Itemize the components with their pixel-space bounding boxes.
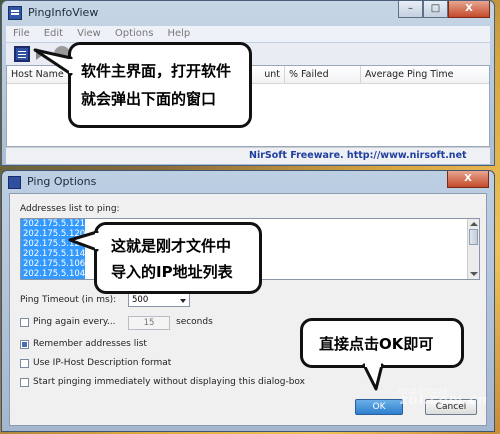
menu-view[interactable]: View [70,26,108,42]
timeout-select[interactable]: 500 [128,293,190,307]
callout-ip-list-tail [68,230,99,252]
callout-main-window-line1: 软件主界面，打开软件 [81,62,232,80]
nirsoft-link[interactable]: NirSoft Freeware. http://www.nirsoft.net [249,150,467,161]
watermark-url: zol.com.cn [400,393,488,408]
ping-again-interval-field[interactable]: 15 [128,316,170,330]
menu-help[interactable]: Help [160,26,197,42]
remember-addresses-label: Remember addresses list [33,339,147,349]
callout-ip-list-line2: 导入的IP地址列表 [111,263,233,281]
dialog-title: Ping Options [27,175,97,188]
menu-file[interactable]: File [6,26,37,42]
dialog-close-button[interactable]: X [447,171,489,188]
options-icon[interactable] [14,46,30,62]
seconds-label: seconds [176,317,213,327]
addresses-label: Addresses list to ping: [20,204,120,214]
menu-edit[interactable]: Edit [37,26,70,42]
column-count-label: unt [264,69,280,80]
callout-ok-tail [362,363,384,391]
callout-main-window-tail [33,48,73,76]
description-format-checkbox[interactable] [20,359,29,368]
dialog-icon [8,176,21,189]
callout-ok-text: 直接点击OK即可 [319,335,434,353]
ping-again-checkbox[interactable] [20,318,29,327]
app-icon [8,6,22,20]
scroll-up-icon[interactable] [470,222,478,226]
addresses-scrollbar[interactable] [467,219,479,279]
callout-main-window-line2: 就会弹出下面的窗口 [81,90,217,108]
timeout-label: Ping Timeout (in ms): [20,295,117,305]
window-controls: – □ X [398,1,490,19]
chevron-down-icon [180,299,186,303]
maximize-button[interactable]: □ [423,1,448,18]
column-failed[interactable]: % Failed [285,66,361,83]
close-button[interactable]: X [448,1,490,18]
minimize-button[interactable]: – [398,1,423,18]
address-line: 202.175.5.104 [21,269,86,279]
dialog-titlebar[interactable]: Ping Options X [2,171,494,193]
main-titlebar[interactable]: PingInfoView – □ X [2,1,494,25]
callout-main-window: 软件主界面，打开软件 就会弹出下面的窗口 [68,42,252,128]
scroll-thumb[interactable] [469,229,478,245]
ok-button[interactable]: OK [355,399,403,415]
scroll-down-icon[interactable] [470,272,478,276]
start-immediately-label: Start pinging immediately without displa… [33,377,305,387]
column-average-ping[interactable]: Average Ping Time [361,66,489,83]
ping-again-label: Ping again every... [33,317,116,327]
callout-ok: 直接点击OK即可 [300,318,464,368]
status-bar: NirSoft Freeware. http://www.nirsoft.net [6,147,490,164]
callout-ip-list: 这就是刚才文件中 导入的IP地址列表 [94,222,262,294]
main-window-title: PingInfoView [28,6,99,19]
menu-options[interactable]: Options [108,26,161,42]
remember-addresses-checkbox[interactable] [20,340,29,349]
start-immediately-checkbox[interactable] [20,378,29,387]
timeout-value: 500 [132,295,149,305]
address-line: 202.175.5.106 [21,259,86,269]
callout-ip-list-line1: 这就是刚才文件中 [111,237,232,255]
description-format-label: Use IP-Host Description format [33,358,172,368]
menu-bar: File Edit View Options Help [6,26,490,42]
